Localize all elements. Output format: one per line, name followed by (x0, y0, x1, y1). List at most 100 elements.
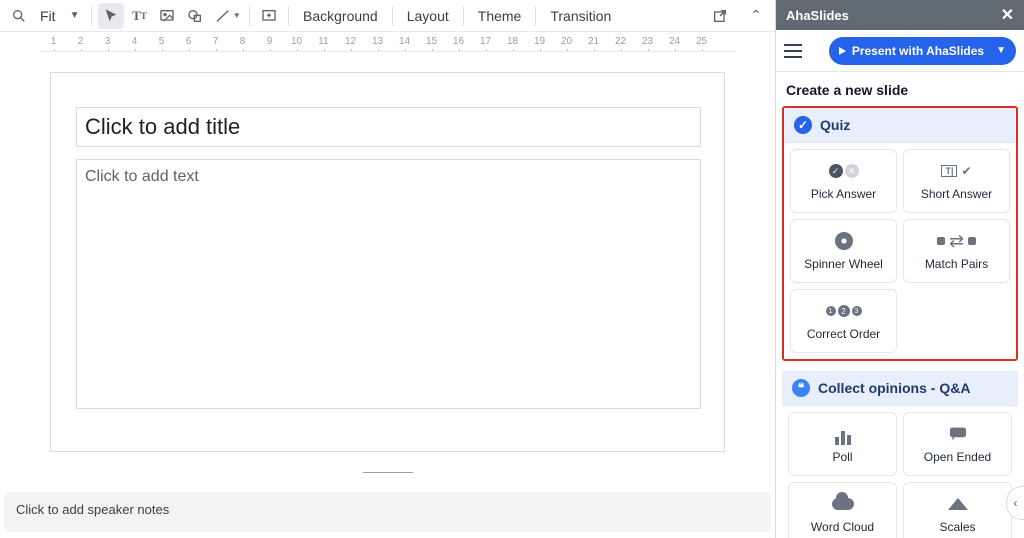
ahaslides-groups-container: ✓Quiz ✓✕ Pick Answer T|✔ Short Answer Spinner… (776, 106, 1024, 538)
toolbar-right: ⌃ (707, 3, 769, 29)
background-button[interactable]: Background (295, 3, 386, 29)
slide-body-text: Click to add text (85, 168, 199, 185)
transition-button[interactable]: Transition (542, 3, 619, 29)
cloud-icon (832, 494, 854, 514)
slide-canvas[interactable]: Click to add title Click to add text (0, 52, 775, 492)
slide-title-placeholder[interactable]: Click to add title (76, 107, 701, 147)
tile-label: Open Ended (924, 450, 991, 464)
slide-title-text: Click to add title (85, 114, 240, 140)
export-icon-button[interactable] (707, 3, 733, 29)
slides-app: Fit ▼ TT ▾ Background Layout Theme Trans… (0, 0, 775, 538)
tile-spinner-wheel[interactable]: Spinner Wheel (790, 219, 897, 283)
ruler-tick: 1 (40, 36, 67, 47)
speaker-notes-placeholder: Click to add speaker notes (16, 502, 169, 517)
triangle-icon (948, 494, 968, 514)
ruler-tick: 11 (310, 36, 337, 47)
close-icon[interactable]: ✕ (1001, 5, 1014, 25)
slide-resize-handle[interactable] (363, 472, 413, 473)
ahaslides-panel: AhaSlides ✕ Present with AhaSlides ▼ Cre… (775, 0, 1024, 538)
present-button[interactable]: Present with AhaSlides ▼ (829, 37, 1016, 65)
ruler-tick: 12 (337, 36, 364, 47)
separator (463, 6, 464, 26)
ruler-tick: 5 (148, 36, 175, 47)
zoom-label: Fit (40, 8, 56, 24)
slide-group-opinions: ❝Collect opinions - Q&A Poll Open Ended Wor… (782, 371, 1018, 538)
tile-open-ended[interactable]: Open Ended (903, 412, 1012, 476)
tile-word-cloud[interactable]: Word Cloud (788, 482, 897, 538)
ruler-tick: 2 (67, 36, 94, 47)
wheel-icon (835, 231, 853, 251)
tile-label: Poll (832, 450, 852, 464)
dropdown-caret-icon: ▼ (70, 10, 80, 21)
text-check-icon: T|✔ (941, 161, 971, 181)
group-header-quiz[interactable]: ✓Quiz (784, 108, 1016, 143)
ruler-tick: 8 (229, 36, 256, 47)
tile-poll[interactable]: Poll (788, 412, 897, 476)
slide[interactable]: Click to add title Click to add text (50, 72, 725, 452)
ruler-tick: 24 (661, 36, 688, 47)
play-icon (839, 47, 846, 55)
group-header-opinions[interactable]: ❝Collect opinions - Q&A (782, 371, 1018, 406)
tile-match-pairs[interactable]: ⇄ Match Pairs (903, 219, 1010, 283)
ruler-tick: 25 (688, 36, 715, 47)
tile-grid: ✓✕ Pick Answer T|✔ Short Answer Spinner Whee… (784, 143, 1016, 359)
image-tool-button[interactable] (154, 3, 180, 29)
speech-icon (948, 424, 968, 444)
ruler-tick: 16 (445, 36, 472, 47)
tile-label: Correct Order (807, 327, 880, 341)
tile-short-answer[interactable]: T|✔ Short Answer (903, 149, 1010, 213)
ruler-tick: 23 (634, 36, 661, 47)
separator (392, 6, 393, 26)
tile-correct-order[interactable]: 123 Correct Order (790, 289, 897, 353)
menu-icon[interactable] (784, 37, 812, 65)
order123-icon: 123 (826, 301, 862, 321)
ruler-tick: 6 (175, 36, 202, 47)
group-title: Collect opinions - Q&A (818, 380, 970, 396)
ruler-tick: 3 (94, 36, 121, 47)
ruler-tick: 21 (580, 36, 607, 47)
ruler-tick: 18 (499, 36, 526, 47)
check-x-icon: ✓✕ (829, 161, 859, 181)
tile-label: Word Cloud (811, 520, 874, 534)
layout-button[interactable]: Layout (399, 3, 457, 29)
chevron-down-icon: ▼ (996, 45, 1006, 56)
separator (91, 6, 92, 26)
line-tool-button[interactable]: ▾ (210, 3, 243, 29)
tile-label: Short Answer (921, 187, 992, 201)
ruler-tick: 17 (472, 36, 499, 47)
collapse-toolbar-button[interactable]: ⌃ (743, 3, 769, 29)
toolbar: Fit ▼ TT ▾ Background Layout Theme Trans… (0, 0, 775, 32)
comment-button[interactable] (256, 3, 282, 29)
tile-label: Spinner Wheel (804, 257, 883, 271)
ahaslides-topbar: Present with AhaSlides ▼ (776, 30, 1024, 72)
ruler-tick: 14 (391, 36, 418, 47)
zoom-icon-button[interactable] (6, 3, 32, 29)
shape-tool-button[interactable] (182, 3, 208, 29)
check-badge-icon: ✓ (794, 116, 812, 134)
pairs-icon: ⇄ (937, 231, 976, 251)
ruler-tick: 9 (256, 36, 283, 47)
ahaslides-header: AhaSlides ✕ (776, 0, 1024, 30)
tile-pick-answer[interactable]: ✓✕ Pick Answer (790, 149, 897, 213)
ruler-tick: 7 (202, 36, 229, 47)
bars-icon (834, 424, 852, 444)
tile-label: Scales (939, 520, 975, 534)
create-slide-heading: Create a new slide (776, 72, 1024, 106)
textbox-tool-button[interactable]: TT (126, 3, 152, 29)
tile-label: Match Pairs (925, 257, 988, 271)
tile-scales[interactable]: Scales (903, 482, 1012, 538)
ruler-tick: 10 (283, 36, 310, 47)
zoom-select[interactable]: Fit ▼ (34, 3, 85, 29)
ruler-tick: 20 (553, 36, 580, 47)
tile-label: Pick Answer (811, 187, 876, 201)
speaker-notes[interactable]: Click to add speaker notes (4, 492, 771, 532)
ruler-tick: 13 (364, 36, 391, 47)
slide-body-placeholder[interactable]: Click to add text (76, 159, 701, 409)
cursor-tool-button[interactable] (98, 3, 124, 29)
separator (535, 6, 536, 26)
separator (249, 6, 250, 26)
slide-group-quiz: ✓Quiz ✓✕ Pick Answer T|✔ Short Answer Spinner… (782, 106, 1018, 361)
ruler-tick: 22 (607, 36, 634, 47)
ruler: 1234567891011121314151617181920212223242… (40, 32, 735, 52)
theme-button[interactable]: Theme (470, 3, 530, 29)
